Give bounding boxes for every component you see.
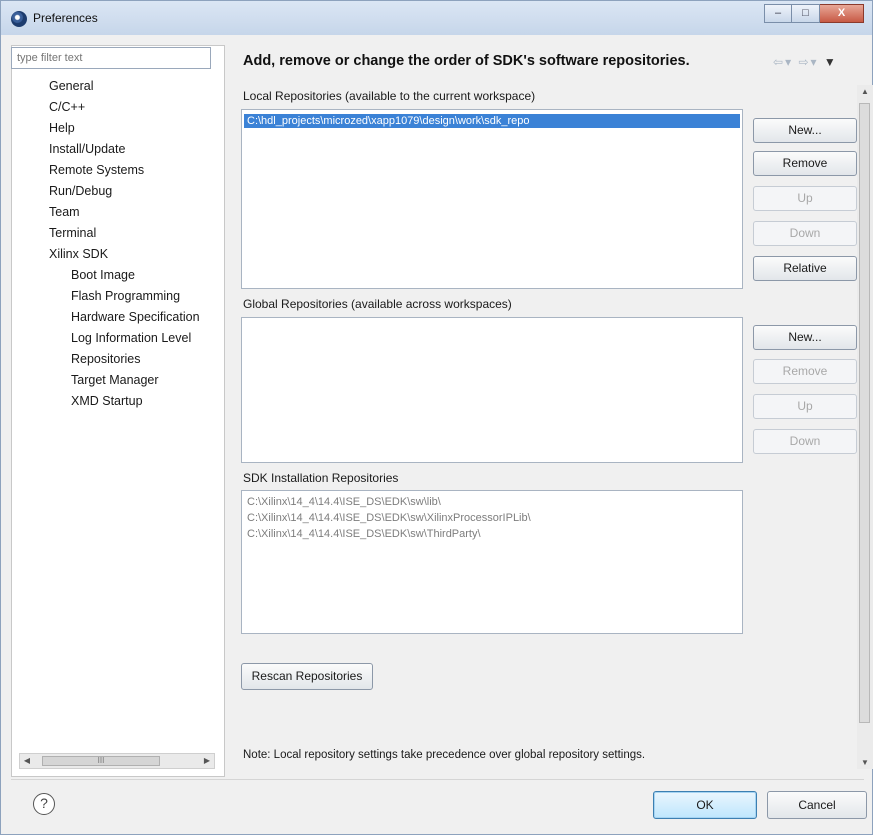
local-repositories-label: Local Repositories (available to the cur… (243, 89, 536, 103)
tree-item-target-manager[interactable]: Target Manager (71, 373, 159, 387)
local-relative-button[interactable]: Relative (753, 256, 857, 281)
list-item: C:\Xilinx\14_4\14.4\ISE_DS\EDK\sw\Xilinx… (247, 512, 531, 524)
tree-item-run-debug[interactable]: Run/Debug (49, 184, 112, 198)
back-arrow-icon[interactable]: ⇦ (773, 55, 785, 69)
scroll-down-arrow-icon[interactable]: ▼ (857, 758, 873, 767)
local-new-button[interactable]: New... (753, 118, 857, 143)
vertical-scroll-thumb[interactable] (859, 103, 870, 723)
tree-item-log-information-level[interactable]: Log Information Level (71, 331, 191, 345)
sdk-repositories-label: SDK Installation Repositories (243, 471, 399, 485)
tree-horizontal-scrollbar[interactable]: ◀ III ▶ (19, 753, 215, 769)
page-vertical-scrollbar[interactable]: ▲ ▼ (857, 85, 873, 769)
tree-item-help[interactable]: Help (49, 121, 75, 135)
window-controls: – □ X (764, 4, 864, 24)
tree-item-xmd-startup[interactable]: XMD Startup (71, 394, 143, 408)
list-item[interactable]: C:\hdl_projects\microzed\xapp1079\design… (244, 114, 740, 128)
page-title: Add, remove or change the order of SDK's… (243, 53, 690, 69)
forward-arrow-icon[interactable]: ⇨ (798, 55, 810, 69)
tree-item-boot-image[interactable]: Boot Image (71, 268, 135, 282)
tree-item-install-update[interactable]: Install/Update (49, 142, 125, 156)
scroll-right-arrow-icon[interactable]: ▶ (200, 754, 214, 768)
tree-item-terminal[interactable]: Terminal (49, 226, 96, 240)
minimize-button[interactable]: – (764, 4, 792, 23)
title-bar: Preferences – □ X (1, 1, 872, 35)
forward-dropdown-icon[interactable]: ▾ (811, 55, 819, 69)
preferences-dialog: Preferences – □ X General C/C++ Help Ins… (0, 0, 873, 835)
cancel-button[interactable]: Cancel (767, 791, 867, 819)
scroll-up-arrow-icon[interactable]: ▲ (857, 87, 873, 96)
tree-item-general[interactable]: General (49, 79, 93, 93)
window-title: Preferences (33, 11, 98, 25)
local-repositories-list[interactable]: C:\hdl_projects\microzed\xapp1079\design… (241, 109, 743, 289)
view-menu-icon[interactable]: ▼ (824, 55, 838, 69)
global-repositories-label: Global Repositories (available across wo… (243, 297, 512, 311)
tree-item-cpp[interactable]: C/C++ (49, 100, 85, 114)
tree-item-flash-programming[interactable]: Flash Programming (71, 289, 180, 303)
local-down-button[interactable]: Down (753, 221, 857, 246)
local-remove-button[interactable]: Remove (753, 151, 857, 176)
back-dropdown-icon[interactable]: ▾ (785, 55, 793, 69)
list-item: C:\Xilinx\14_4\14.4\ISE_DS\EDK\sw\ThirdP… (247, 528, 481, 540)
global-new-button[interactable]: New... (753, 325, 857, 350)
local-up-button[interactable]: Up (753, 186, 857, 211)
tree-item-repositories[interactable]: Repositories (71, 352, 140, 366)
horizontal-scroll-thumb[interactable]: III (42, 756, 160, 766)
global-down-button[interactable]: Down (753, 429, 857, 454)
help-icon[interactable]: ? (33, 793, 55, 815)
global-repositories-list[interactable] (241, 317, 743, 463)
page-navigation: ⇦▾ ⇨▾ ▼ (773, 55, 838, 69)
tree-item-remote-systems[interactable]: Remote Systems (49, 163, 144, 177)
filter-input[interactable] (11, 47, 211, 69)
footer-divider (11, 779, 864, 780)
scroll-left-arrow-icon[interactable]: ◀ (20, 754, 34, 768)
tree-item-xilinx-sdk[interactable]: Xilinx SDK (49, 247, 108, 261)
tree-item-hardware-specification[interactable]: Hardware Specification (71, 310, 200, 324)
global-up-button[interactable]: Up (753, 394, 857, 419)
global-remove-button[interactable]: Remove (753, 359, 857, 384)
tree-item-team[interactable]: Team (49, 205, 80, 219)
close-button[interactable]: X (820, 4, 864, 23)
list-item: C:\Xilinx\14_4\14.4\ISE_DS\EDK\sw\lib\ (247, 496, 441, 508)
ok-button[interactable]: OK (653, 791, 757, 819)
sdk-repositories-list: C:\Xilinx\14_4\14.4\ISE_DS\EDK\sw\lib\ C… (241, 490, 743, 634)
precedence-note: Note: Local repository settings take pre… (243, 749, 646, 761)
maximize-button[interactable]: □ (792, 4, 820, 23)
rescan-repositories-button[interactable]: Rescan Repositories (241, 663, 373, 690)
eclipse-app-icon (11, 11, 27, 27)
